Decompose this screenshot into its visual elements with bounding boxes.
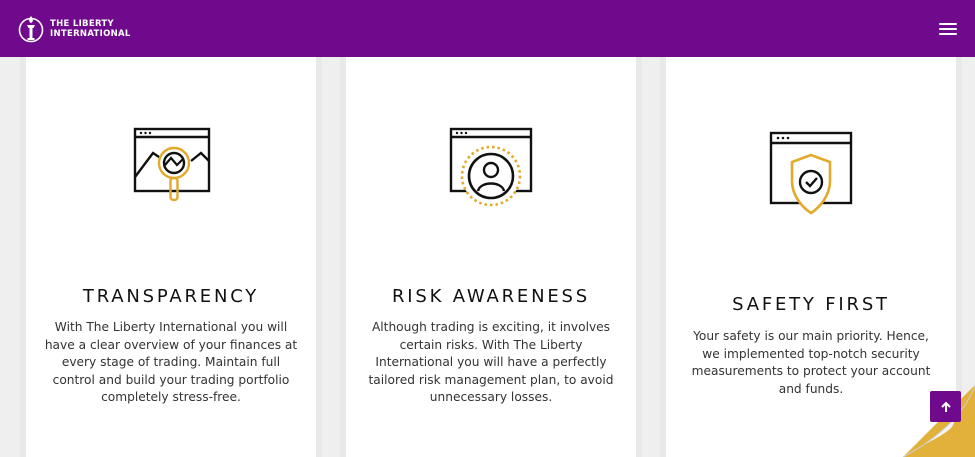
logo-line2: INTERNATIONAL — [50, 28, 131, 39]
logo-line1: THE LIBERTY — [50, 18, 114, 29]
scroll-to-top-button[interactable] — [930, 391, 961, 422]
torch-logo-icon — [18, 15, 44, 42]
hamburger-menu-icon[interactable] — [939, 22, 957, 35]
user-risk-icon — [346, 127, 636, 211]
card-title: TRANSPARENCY — [82, 286, 260, 307]
card-title: SAFETY FIRST — [732, 294, 890, 315]
logo[interactable]: THE LIBERTY INTERNATIONAL — [18, 12, 131, 46]
arrow-up-icon — [940, 401, 951, 412]
shield-check-icon — [666, 131, 956, 217]
card-description: Although trading is exciting, it involve… — [368, 320, 614, 404]
magnifier-chart-icon — [26, 127, 316, 211]
site-header: THE LIBERTY INTERNATIONAL — [0, 0, 975, 57]
card-description: With The Liberty International you will … — [44, 320, 298, 404]
feature-card-transparency: TRANSPARENCY With The Liberty Internatio… — [20, 57, 322, 457]
card-title: RISK AWARENESS — [392, 286, 590, 307]
logo-text: THE LIBERTY INTERNATIONAL — [50, 19, 131, 39]
feature-card-risk-awareness: RISK AWARENESS Although trading is excit… — [340, 57, 642, 457]
